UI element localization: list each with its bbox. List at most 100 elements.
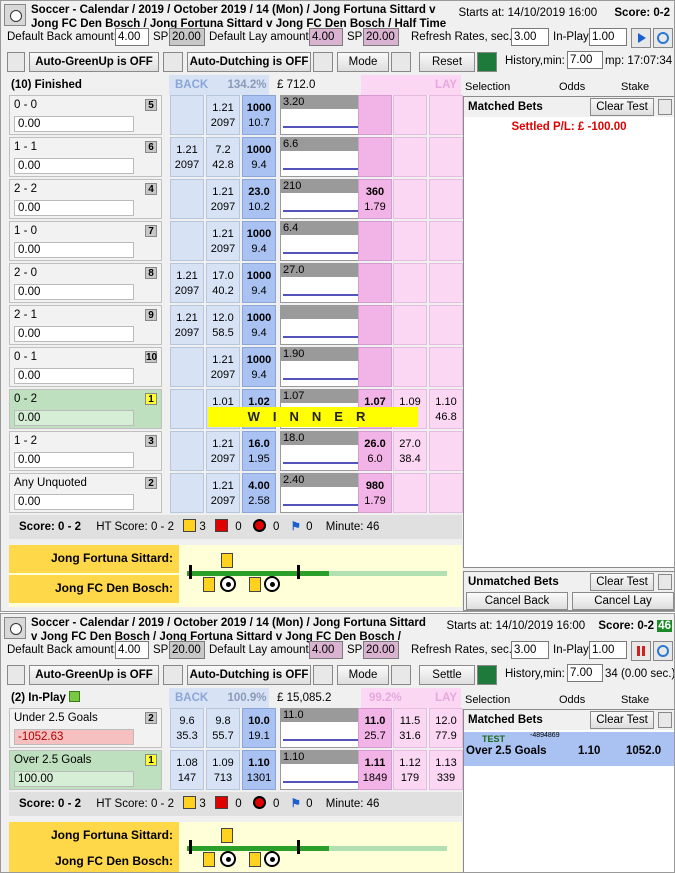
- auto-dutching-button[interactable]: Auto-Dutching is OFF: [187, 665, 311, 685]
- lay-price-best[interactable]: [358, 95, 392, 135]
- back-price-3[interactable]: [170, 389, 204, 429]
- lay-price-3[interactable]: [429, 347, 463, 387]
- back-price-2[interactable]: 1.21 2097: [206, 347, 240, 387]
- back-price-3[interactable]: 1.21 2097: [170, 305, 204, 345]
- price-graph[interactable]: 1.10: [280, 750, 362, 790]
- selection-cell[interactable]: 0 - 1 10 0.00: [9, 347, 162, 387]
- back-price-3[interactable]: [170, 431, 204, 471]
- back-price-3[interactable]: [170, 179, 204, 219]
- pause-button[interactable]: [631, 641, 651, 661]
- price-graph[interactable]: 3.20: [280, 95, 362, 135]
- price-graph[interactable]: 210: [280, 179, 362, 219]
- auto-greenup-button[interactable]: Auto-GreenUp is OFF: [29, 665, 159, 685]
- lightbulb-icon[interactable]: [7, 665, 25, 685]
- mode-button[interactable]: Mode: [337, 665, 389, 685]
- ladder-icon[interactable]: [391, 665, 411, 685]
- back-price-best[interactable]: 1000 9.4: [242, 137, 276, 177]
- back-price-2[interactable]: 1.21 2097: [206, 95, 240, 135]
- lay-price-3[interactable]: [429, 431, 463, 471]
- lay-price-3[interactable]: [429, 473, 463, 513]
- auto-greenup-button[interactable]: Auto-GreenUp is OFF: [29, 52, 159, 72]
- back-price-3[interactable]: [170, 473, 204, 513]
- lay-price-2[interactable]: [393, 137, 427, 177]
- back-price-best[interactable]: 4.00 2.58: [242, 473, 276, 513]
- back-price-3[interactable]: [170, 221, 204, 261]
- play-button[interactable]: [631, 28, 651, 48]
- collapse-up-icon[interactable]: [658, 99, 672, 115]
- back-price-best[interactable]: 16.0 1.95: [242, 431, 276, 471]
- selection-cell[interactable]: Over 2.5 Goals 1 100.00: [9, 750, 162, 790]
- back-price-best[interactable]: 1000 9.4: [242, 263, 276, 303]
- clear-test-button[interactable]: Clear Test: [590, 711, 654, 729]
- back-price-2[interactable]: 12.0 58.5: [206, 305, 240, 345]
- lay-price-best[interactable]: 11.0 25.7: [358, 708, 392, 748]
- dutching-settings-icon[interactable]: [313, 665, 333, 685]
- selection-cell[interactable]: 0 - 2 1 0.00: [9, 389, 162, 429]
- lay-price-3[interactable]: [429, 305, 463, 345]
- selection-cell[interactable]: Under 2.5 Goals 2 -1052.63: [9, 708, 162, 748]
- lay-price-best[interactable]: 360 1.79: [358, 179, 392, 219]
- back-price-2[interactable]: 17.0 40.2: [206, 263, 240, 303]
- greenup-settings-icon[interactable]: [163, 665, 183, 685]
- selection-cell[interactable]: 1 - 1 6 0.00: [9, 137, 162, 177]
- sp-back-input[interactable]: [169, 641, 205, 659]
- refresh-button[interactable]: [653, 641, 673, 661]
- reset-button[interactable]: Reset: [419, 52, 475, 72]
- lay-price-3[interactable]: [429, 137, 463, 177]
- lay-price-2[interactable]: [393, 95, 427, 135]
- sp-lay-input[interactable]: [363, 28, 399, 46]
- lay-price-best[interactable]: [358, 137, 392, 177]
- greenup-settings-icon[interactable]: [163, 52, 183, 72]
- cancel-back-button[interactable]: Cancel Back: [466, 592, 568, 610]
- back-price-best[interactable]: 1000 9.4: [242, 305, 276, 345]
- price-graph[interactable]: 27.0: [280, 263, 362, 303]
- lay-price-2[interactable]: 1.12 179: [393, 750, 427, 790]
- lay-price-best[interactable]: [358, 221, 392, 261]
- lay-price-best[interactable]: [358, 347, 392, 387]
- inplay-input[interactable]: [589, 28, 627, 46]
- lay-price-2[interactable]: [393, 305, 427, 345]
- lay-price-2[interactable]: 11.5 31.6: [393, 708, 427, 748]
- back-price-2[interactable]: 1.21 2097: [206, 221, 240, 261]
- selection-cell[interactable]: Any Unquoted 2 0.00: [9, 473, 162, 513]
- back-price-2[interactable]: 1.09 713: [206, 750, 240, 790]
- collapse-down-icon[interactable]: [658, 574, 672, 590]
- lay-price-2[interactable]: [393, 263, 427, 303]
- collapse-up-icon[interactable]: [658, 712, 672, 728]
- price-graph[interactable]: [280, 305, 362, 345]
- default-lay-input[interactable]: [309, 641, 343, 659]
- lay-price-3[interactable]: 1.13 339: [429, 750, 463, 790]
- lay-price-3[interactable]: 12.0 77.9: [429, 708, 463, 748]
- back-price-3[interactable]: 1.21 2097: [170, 263, 204, 303]
- history-input[interactable]: [567, 51, 603, 69]
- back-price-2[interactable]: 1.21 2097: [206, 179, 240, 219]
- lay-price-best[interactable]: [358, 263, 392, 303]
- sp-lay-input[interactable]: [363, 641, 399, 659]
- back-price-3[interactable]: 1.08 147: [170, 750, 204, 790]
- dutching-settings-icon[interactable]: [313, 52, 333, 72]
- settle-button[interactable]: Settle: [419, 665, 475, 685]
- lay-price-best[interactable]: 980 1.79: [358, 473, 392, 513]
- back-price-3[interactable]: [170, 95, 204, 135]
- lay-price-3[interactable]: [429, 221, 463, 261]
- back-price-best[interactable]: 1000 9.4: [242, 347, 276, 387]
- clear-test2-button[interactable]: Clear Test: [590, 573, 654, 591]
- default-back-input[interactable]: [115, 28, 149, 46]
- lay-price-2[interactable]: [393, 221, 427, 261]
- refresh-input[interactable]: [511, 28, 549, 46]
- lay-price-3[interactable]: 1.10 46.8: [429, 389, 463, 429]
- refresh-button[interactable]: [653, 28, 673, 48]
- lay-price-best[interactable]: 1.11 1849: [358, 750, 392, 790]
- back-price-2[interactable]: 7.2 42.8: [206, 137, 240, 177]
- cancel-lay-button[interactable]: Cancel Lay: [572, 592, 674, 610]
- price-graph[interactable]: 6.6: [280, 137, 362, 177]
- lay-price-3[interactable]: [429, 95, 463, 135]
- back-price-3[interactable]: 9.6 35.3: [170, 708, 204, 748]
- back-price-best[interactable]: 1000 10.7: [242, 95, 276, 135]
- back-price-3[interactable]: [170, 347, 204, 387]
- matched-bet-row[interactable]: TEST -4894869 Over 2.5 Goals 1.10 1052.0: [464, 732, 674, 766]
- lay-price-best[interactable]: [358, 305, 392, 345]
- clear-test-button[interactable]: Clear Test: [590, 98, 654, 116]
- default-lay-input[interactable]: [309, 28, 343, 46]
- default-back-input[interactable]: [115, 641, 149, 659]
